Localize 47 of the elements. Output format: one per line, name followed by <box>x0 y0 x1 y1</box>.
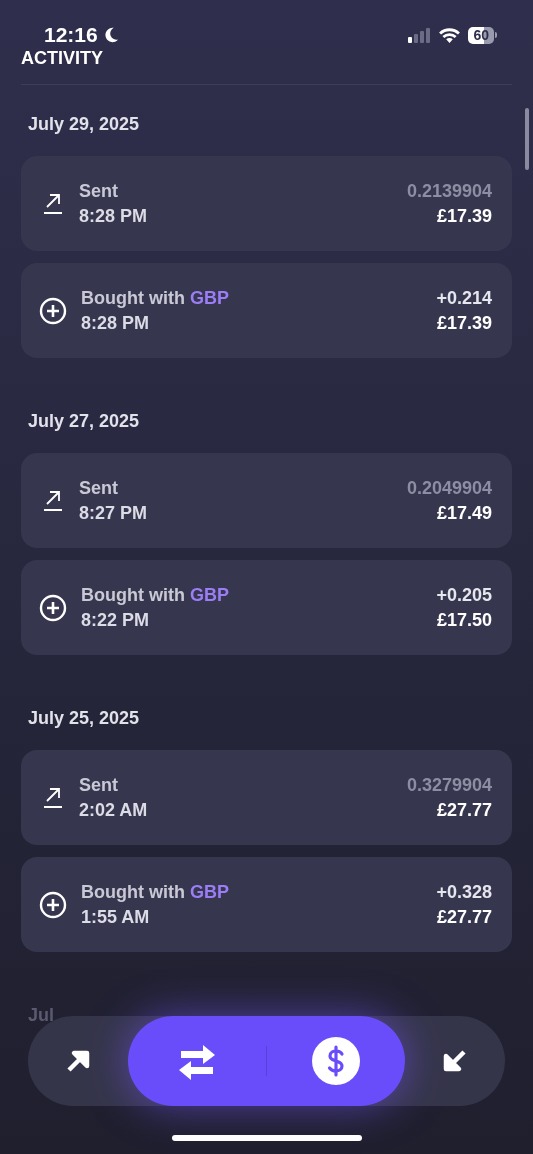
transaction-card[interactable]: Bought with GBP 8:22 PM +0.205 £17.50 <box>21 560 512 655</box>
fiat-amount: £17.49 <box>436 502 492 524</box>
crypto-amount: 0.2139904 <box>406 180 492 202</box>
transaction-time: 8:28 PM <box>81 312 151 334</box>
date-heading: July 29, 2025 <box>27 113 141 135</box>
transaction-time: 1:55 AM <box>81 906 151 928</box>
fiat-amount: £27.77 <box>436 906 492 928</box>
send-icon <box>41 785 65 810</box>
page-title: ACTIVITY <box>21 49 103 67</box>
fiat-amount: £17.39 <box>436 205 492 227</box>
transaction-card[interactable]: Sent 8:28 PM 0.2139904 £17.39 <box>21 156 512 251</box>
send-icon <box>41 191 65 216</box>
transaction-time: 8:27 PM <box>79 502 149 524</box>
transaction-label: Sent <box>79 774 119 796</box>
date-heading: Jul <box>27 1004 55 1026</box>
transaction-label: Sent <box>79 180 119 202</box>
transaction-time: 2:02 AM <box>79 799 149 821</box>
crypto-amount: 0.2049904 <box>406 477 492 499</box>
fiat-amount: £17.39 <box>436 312 492 334</box>
transaction-card[interactable]: Bought with GBP 8:28 PM +0.214 £17.39 <box>21 263 512 358</box>
date-heading: July 25, 2025 <box>27 707 141 729</box>
battery-indicator: 60 <box>468 26 494 44</box>
crypto-amount: +0.205 <box>436 584 492 606</box>
fiat-amount: £17.50 <box>436 609 492 631</box>
fiat-amount: £27.77 <box>436 799 492 821</box>
dollar-icon <box>312 1037 360 1085</box>
signal-icon <box>407 27 432 43</box>
scroll-bar <box>525 108 529 170</box>
transaction-card[interactable]: Bought with GBP 1:55 AM +0.328 £27.77 <box>21 857 512 952</box>
plus-circle-icon <box>39 890 67 919</box>
transaction-label: Bought with GBP <box>81 287 230 309</box>
plus-circle-icon <box>39 296 67 325</box>
crypto-amount: 0.3279904 <box>406 774 492 796</box>
crypto-amount: +0.328 <box>436 881 492 903</box>
crypto-amount: +0.214 <box>436 287 492 309</box>
transaction-label: Sent <box>79 477 119 499</box>
transaction-card[interactable]: Sent 8:27 PM 0.2049904 £17.49 <box>21 453 512 548</box>
transaction-label: Bought with GBP <box>81 881 230 903</box>
transaction-card[interactable]: Sent 2:02 AM 0.3279904 £27.77 <box>21 750 512 845</box>
transaction-time: 8:28 PM <box>79 205 149 227</box>
status-time: 12:16 <box>44 22 98 49</box>
send-icon <box>41 488 65 513</box>
plus-circle-icon <box>39 593 67 622</box>
wifi-icon <box>438 26 462 44</box>
transaction-time: 8:22 PM <box>81 609 151 631</box>
date-heading: July 27, 2025 <box>27 410 141 432</box>
transaction-label: Bought with GBP <box>81 584 230 606</box>
